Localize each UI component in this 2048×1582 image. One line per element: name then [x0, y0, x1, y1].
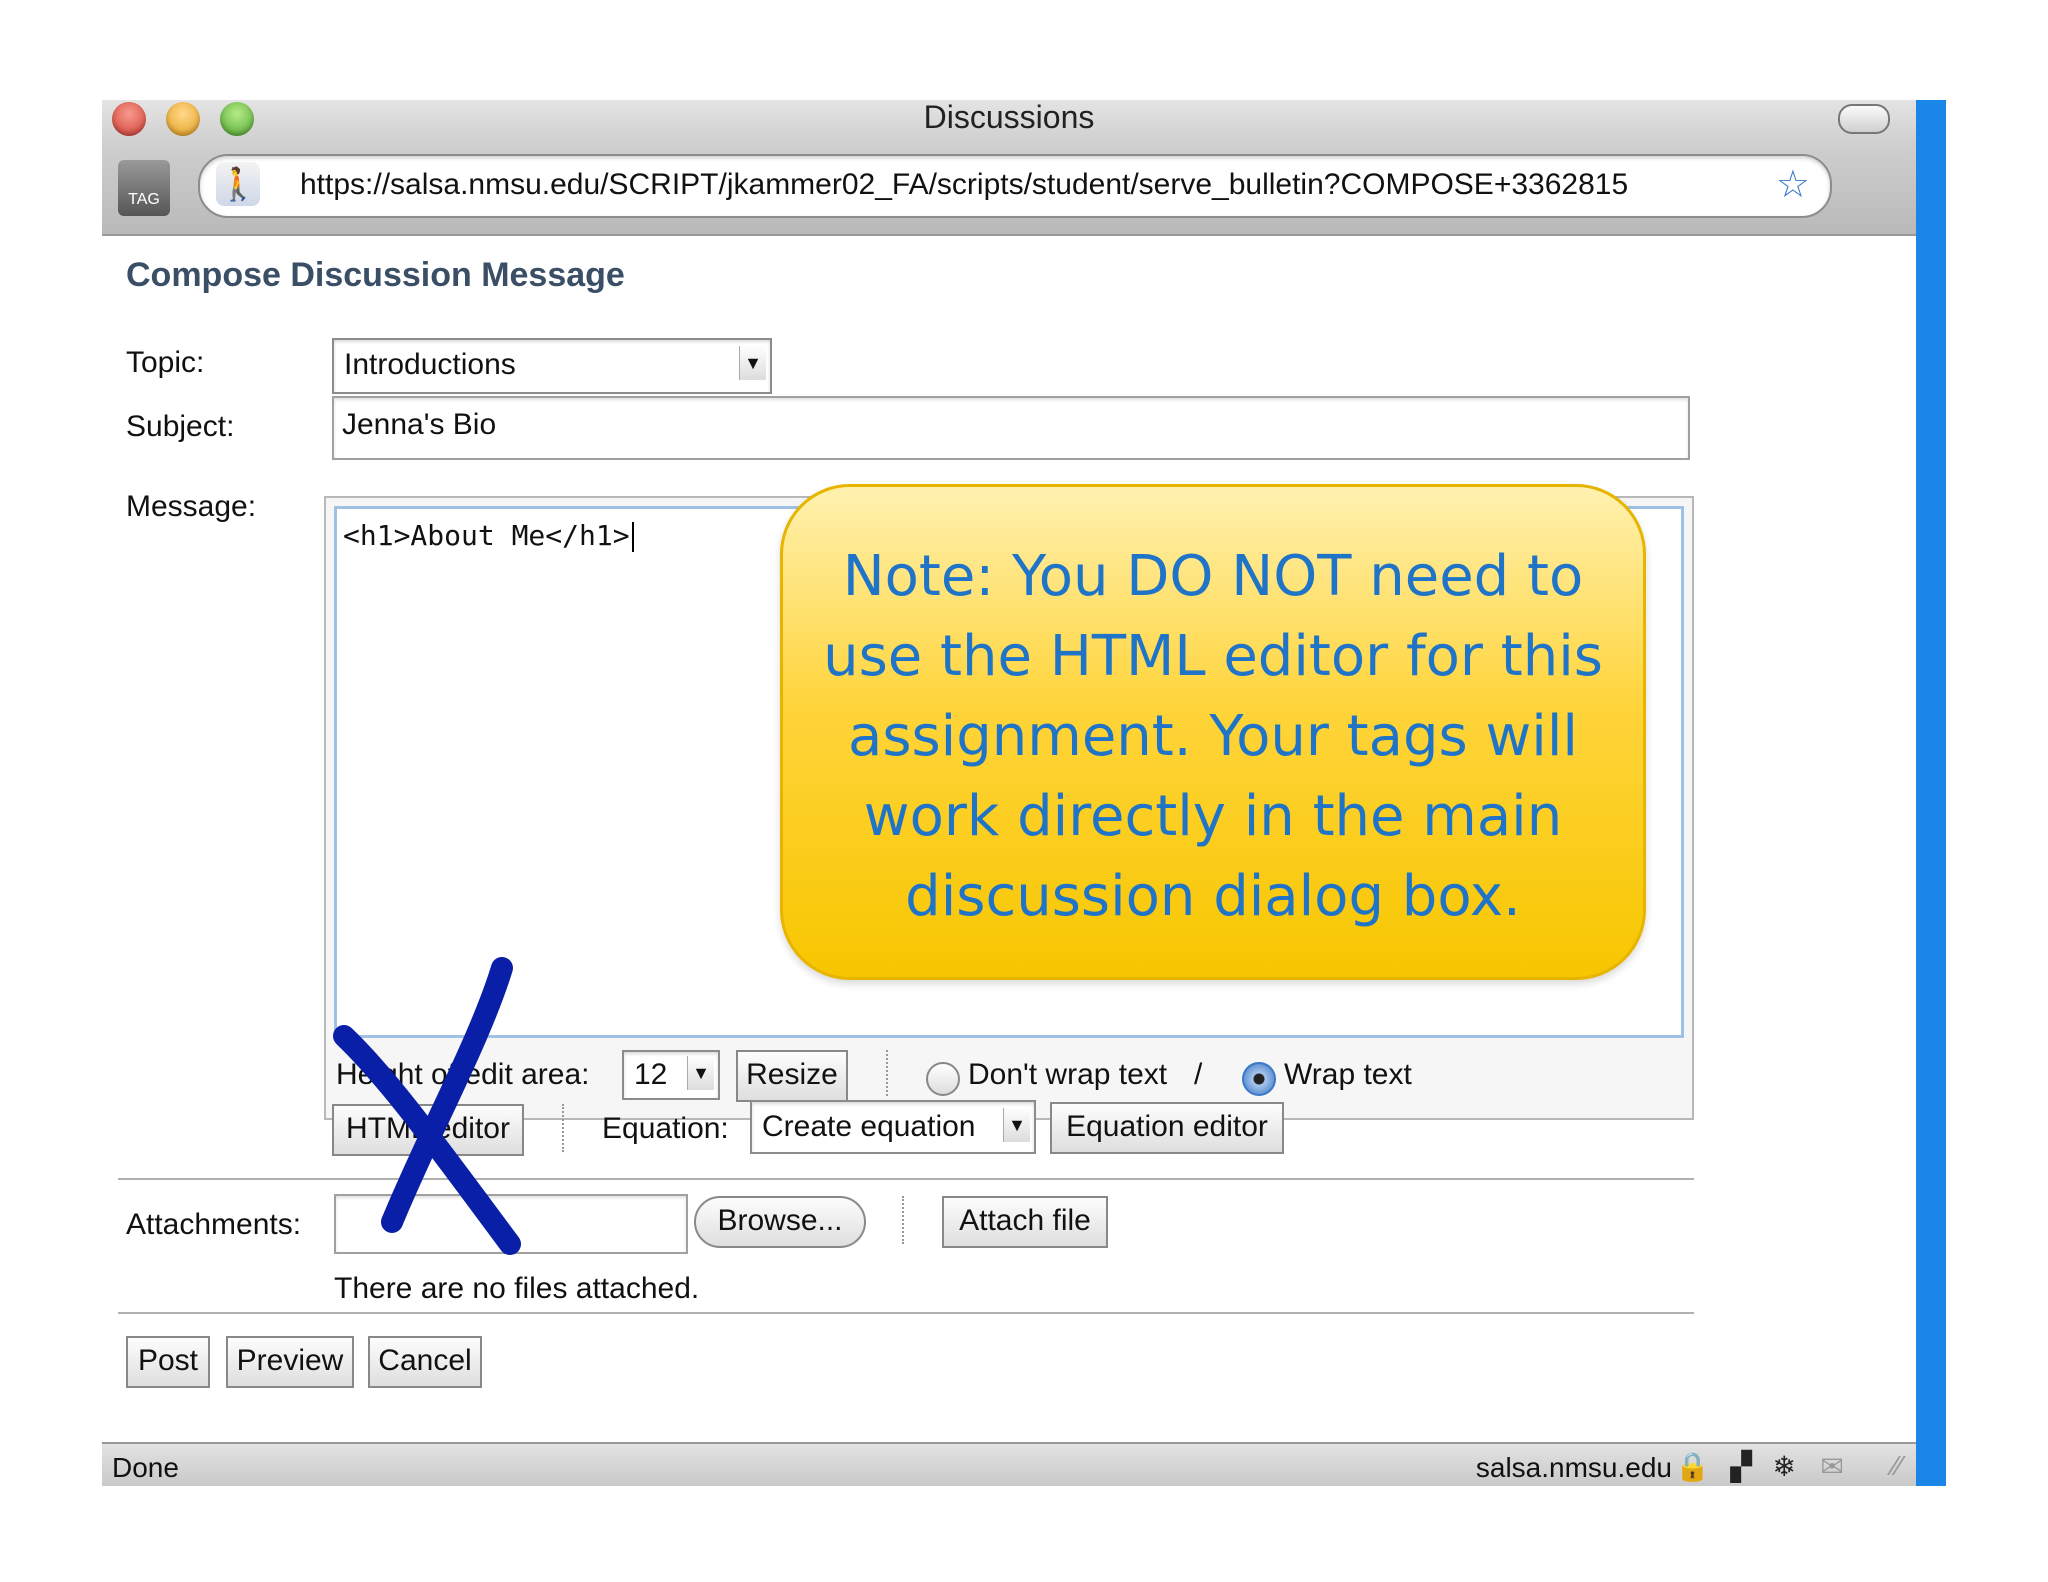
subject-input[interactable]: Jenna's Bio: [332, 396, 1690, 460]
wrap-label: Wrap text: [1284, 1058, 1412, 1091]
address-bar[interactable]: 🚶 https://salsa.nmsu.edu/SCRIPT/jkammer0…: [198, 154, 1832, 218]
toolbar-toggle-button[interactable]: [1838, 104, 1890, 134]
dont-wrap-label: Don't wrap text: [968, 1058, 1168, 1091]
equation-value: Create equation: [762, 1110, 976, 1143]
topic-select[interactable]: Introductions ▼: [332, 338, 772, 394]
snowflake-icon: ❄: [1772, 1451, 1796, 1482]
browser-toolbar: TAG 🚶 https://salsa.nmsu.edu/SCRIPT/jkam…: [102, 144, 1916, 236]
separator: [562, 1104, 564, 1152]
height-select[interactable]: 12 ▼: [622, 1050, 720, 1100]
slash-divider: /: [1194, 1058, 1203, 1091]
topic-value: Introductions: [344, 348, 516, 381]
topic-label: Topic:: [126, 346, 205, 379]
post-button[interactable]: Post: [126, 1336, 210, 1388]
mail-icon: ✉: [1820, 1451, 1844, 1482]
page-title: Compose Discussion Message: [126, 256, 625, 294]
separator: [902, 1196, 904, 1244]
status-host: salsa.nmsu.edu: [1475, 1452, 1672, 1483]
tag-icon[interactable]: TAG: [118, 160, 170, 216]
preview-button[interactable]: Preview: [226, 1336, 354, 1388]
chevron-down-icon: ▼: [1003, 1108, 1030, 1142]
separator: [886, 1050, 888, 1096]
resize-button[interactable]: Resize: [736, 1050, 848, 1102]
side-strip: [1916, 100, 1946, 1486]
height-value: 12: [634, 1058, 668, 1091]
chevron-down-icon: ▼: [687, 1056, 714, 1090]
attachments-label: Attachments:: [126, 1208, 302, 1241]
star-icon[interactable]: ☆: [1776, 162, 1810, 207]
window-title: Discussions: [923, 100, 1095, 135]
cancel-button[interactable]: Cancel: [368, 1336, 482, 1388]
divider: [118, 1312, 1694, 1314]
equation-editor-button[interactable]: Equation editor: [1050, 1102, 1284, 1154]
chevron-down-icon: ▼: [739, 346, 766, 380]
wrap-radio[interactable]: [1242, 1062, 1276, 1096]
attachment-path-input[interactable]: [334, 1194, 688, 1254]
message-label: Message:: [126, 490, 257, 523]
resize-grip-icon[interactable]: ⁄⁄: [1893, 1450, 1902, 1482]
attach-file-button[interactable]: Attach file: [942, 1196, 1108, 1248]
height-label: Height of edit area:: [336, 1058, 590, 1091]
text-caret: [631, 522, 634, 552]
dont-wrap-radio[interactable]: [926, 1062, 960, 1096]
subject-label: Subject:: [126, 410, 235, 443]
subject-value: Jenna's Bio: [342, 408, 497, 441]
walking-figure-icon: 🚶: [216, 162, 260, 206]
no-files-text: There are no files attached.: [334, 1272, 700, 1305]
equation-label: Equation:: [602, 1112, 729, 1145]
screen-icon: ▞: [1730, 1451, 1752, 1482]
lock-icon: 🔒: [1675, 1451, 1710, 1482]
note-callout: Note: You DO NOT need to use the HTML ed…: [780, 484, 1646, 980]
status-bar: Done salsa.nmsu.edu 🔒 ▞ ❄ ✉ ⁄⁄: [102, 1442, 1916, 1486]
browse-button[interactable]: Browse...: [694, 1196, 866, 1248]
status-text: Done: [112, 1452, 179, 1483]
message-value: <h1>About Me</h1>: [343, 519, 630, 552]
url-text[interactable]: https://salsa.nmsu.edu/SCRIPT/jkammer02_…: [300, 168, 1628, 202]
divider: [118, 1178, 1694, 1180]
note-text: Note: You DO NOT need to use the HTML ed…: [823, 544, 1603, 929]
equation-select[interactable]: Create equation ▼: [750, 1100, 1036, 1154]
html-editor-button[interactable]: HTML editor: [332, 1104, 524, 1156]
